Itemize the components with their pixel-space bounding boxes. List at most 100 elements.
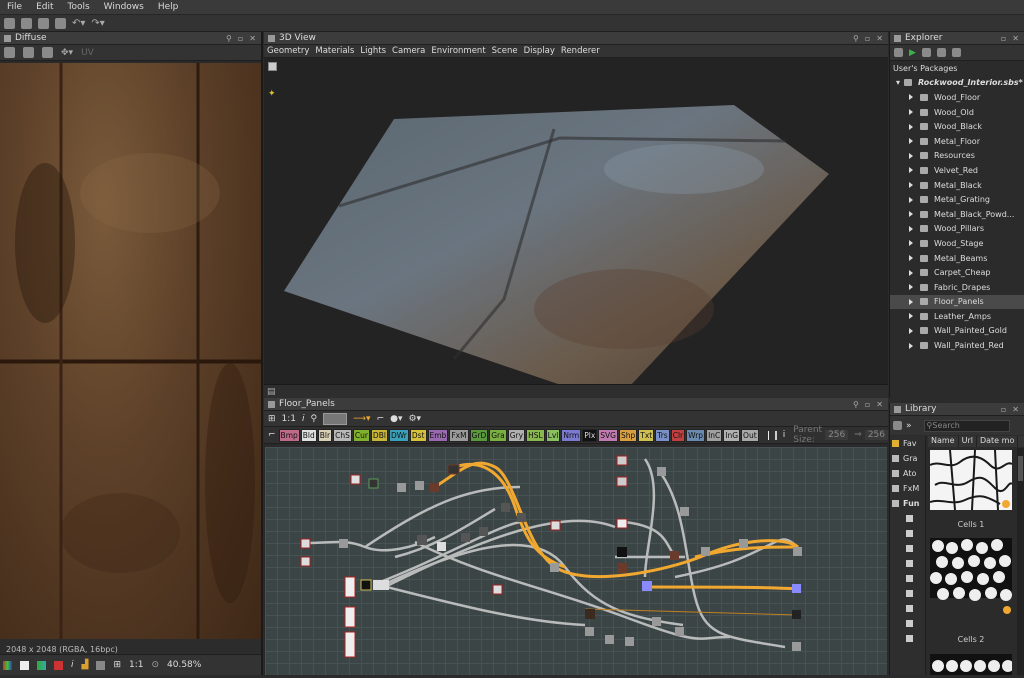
library-subitem[interactable]	[890, 541, 925, 556]
node-dbl-button[interactable]: DBl	[370, 428, 388, 442]
camera-icon[interactable]	[268, 62, 277, 71]
node-emb-button[interactable]: Emb	[427, 428, 449, 442]
column-name[interactable]: Name	[928, 436, 959, 447]
column-date[interactable]: Date mo	[977, 436, 1019, 447]
pin-node-icon[interactable]: ⅰ	[783, 430, 786, 440]
expand-icon[interactable]: »	[906, 421, 912, 431]
expand-arrow-icon[interactable]	[909, 211, 913, 218]
node-dwr-button[interactable]: DWr	[388, 428, 409, 442]
menu-camera[interactable]: Camera	[389, 46, 428, 56]
node-blr-button[interactable]: Blr	[317, 428, 333, 442]
info-button[interactable]: i	[302, 414, 305, 424]
node-svg-button[interactable]: SVG	[598, 428, 618, 442]
light-icon[interactable]: ✦	[268, 89, 276, 99]
hexagons-thumb[interactable]	[930, 654, 1014, 675]
node-fxm-button[interactable]: FxM	[449, 428, 469, 442]
node-inc-button[interactable]: InC	[706, 428, 723, 442]
expand-arrow-icon[interactable]	[909, 196, 913, 203]
new-graph-icon[interactable]	[894, 48, 903, 57]
float-icon[interactable]: ▫	[1001, 405, 1006, 414]
menu-display[interactable]: Display	[521, 46, 558, 56]
close-package-icon[interactable]	[951, 48, 961, 57]
3d-viewport[interactable]: ✦	[264, 59, 888, 403]
node-hsl-button[interactable]: HSL	[526, 428, 545, 442]
explorer-item[interactable]: Wall_Painted_Gold	[890, 324, 1024, 339]
zoom-value[interactable]: 40.58%	[167, 660, 201, 670]
library-subitem[interactable]	[890, 616, 925, 631]
menu-lights[interactable]: Lights	[357, 46, 389, 56]
pointer-icon[interactable]: ●▾	[390, 414, 402, 424]
color-icon[interactable]	[37, 660, 46, 670]
save-all-icon[interactable]	[55, 17, 66, 29]
node-gry-button[interactable]: Gry	[507, 428, 526, 442]
play-icon[interactable]: ▶	[909, 48, 916, 58]
expand-arrow-icon[interactable]	[909, 225, 913, 232]
node-bmp-button[interactable]: Bmp	[278, 428, 300, 442]
library-category[interactable]: Fav	[890, 436, 925, 451]
expand-arrow-icon[interactable]	[909, 327, 913, 334]
explorer-item[interactable]: Wood_Old	[890, 105, 1024, 120]
library-category[interactable]: Ato	[890, 466, 925, 481]
redo-icon[interactable]: ↷▾	[91, 18, 104, 29]
menu-help[interactable]: Help	[151, 2, 186, 12]
expand-arrow-icon[interactable]	[909, 123, 913, 130]
expand-arrow-icon[interactable]	[909, 94, 913, 101]
explorer-item[interactable]: Carpet_Cheap	[890, 265, 1024, 280]
expand-arrow-icon[interactable]	[909, 298, 913, 305]
comment-icon[interactable]	[767, 430, 770, 440]
fit-icon[interactable]: ⊞	[268, 414, 276, 424]
float-icon[interactable]: ▫	[1001, 34, 1006, 43]
fit-icon[interactable]: ⊞	[113, 660, 121, 670]
new-icon[interactable]	[4, 17, 15, 29]
undo-icon[interactable]: ↶▾	[72, 18, 85, 29]
close-icon[interactable]: ✕	[876, 34, 883, 43]
search-input[interactable]: ⚲ Search	[923, 419, 1010, 432]
library-subitem[interactable]	[890, 631, 925, 646]
toggle-icon[interactable]: ▤	[267, 387, 276, 397]
image-icon[interactable]	[42, 47, 53, 58]
node-clr-button[interactable]: Clr	[670, 428, 686, 442]
expand-arrow-icon[interactable]	[909, 342, 913, 349]
ratio-button[interactable]: 1:1	[129, 660, 143, 670]
menu-materials[interactable]: Materials	[312, 46, 357, 56]
menu-renderer[interactable]: Renderer	[558, 46, 603, 56]
library-scrollbar[interactable]	[1017, 448, 1024, 675]
explorer-item[interactable]: Floor_Panels	[890, 294, 1024, 310]
explorer-item[interactable]: Resources	[890, 149, 1024, 164]
explorer-item[interactable]: Metal_Grating	[890, 192, 1024, 207]
explorer-item[interactable]: Metal_Black_Powd...	[890, 207, 1024, 222]
node-lvl-button[interactable]: Lvl	[545, 428, 561, 442]
cells-1-thumb[interactable]	[929, 449, 1013, 511]
open-icon[interactable]	[21, 17, 32, 29]
node-bld-button[interactable]: Bld	[300, 428, 317, 442]
move-icon[interactable]: ✥▾	[61, 48, 73, 58]
search-icon[interactable]: ⚲	[311, 414, 318, 424]
explorer-item[interactable]: Fabric_Drapes	[890, 280, 1024, 295]
node-ing-button[interactable]: InG	[723, 428, 741, 442]
package-row[interactable]: ▾ Rockwood_Interior.sbs*	[890, 76, 1024, 91]
node-chs-button[interactable]: ChS	[333, 428, 352, 442]
white-bg-icon[interactable]	[20, 660, 29, 670]
uv-button[interactable]: UV	[81, 48, 94, 58]
expand-arrow-icon[interactable]	[909, 138, 913, 145]
expand-arrow-icon[interactable]	[909, 152, 913, 159]
explorer-item[interactable]: Wood_Stage	[890, 236, 1024, 251]
explorer-item[interactable]: Wood_Black	[890, 119, 1024, 134]
close-icon[interactable]: ✕	[876, 400, 883, 409]
float-icon[interactable]: ▫	[238, 34, 243, 43]
menu-edit[interactable]: Edit	[29, 2, 60, 12]
red-channel-icon[interactable]	[54, 660, 63, 670]
explorer-item[interactable]: Velvet_Red	[890, 163, 1024, 178]
float-icon[interactable]: ▫	[865, 34, 870, 43]
menu-windows[interactable]: Windows	[97, 2, 151, 12]
publish-icon[interactable]	[921, 48, 931, 57]
close-icon[interactable]: ✕	[1012, 34, 1019, 43]
histogram-icon[interactable]: ▟	[82, 660, 89, 670]
float-icon[interactable]: ▫	[865, 400, 870, 409]
library-subitem[interactable]	[890, 586, 925, 601]
expand-arrow-icon[interactable]	[909, 269, 913, 276]
cells-2-thumb[interactable]	[930, 538, 1012, 614]
menu-geometry[interactable]: Geometry	[264, 46, 312, 56]
explorer-item[interactable]: Leather_Amps	[890, 309, 1024, 324]
menu-tools[interactable]: Tools	[61, 2, 97, 12]
